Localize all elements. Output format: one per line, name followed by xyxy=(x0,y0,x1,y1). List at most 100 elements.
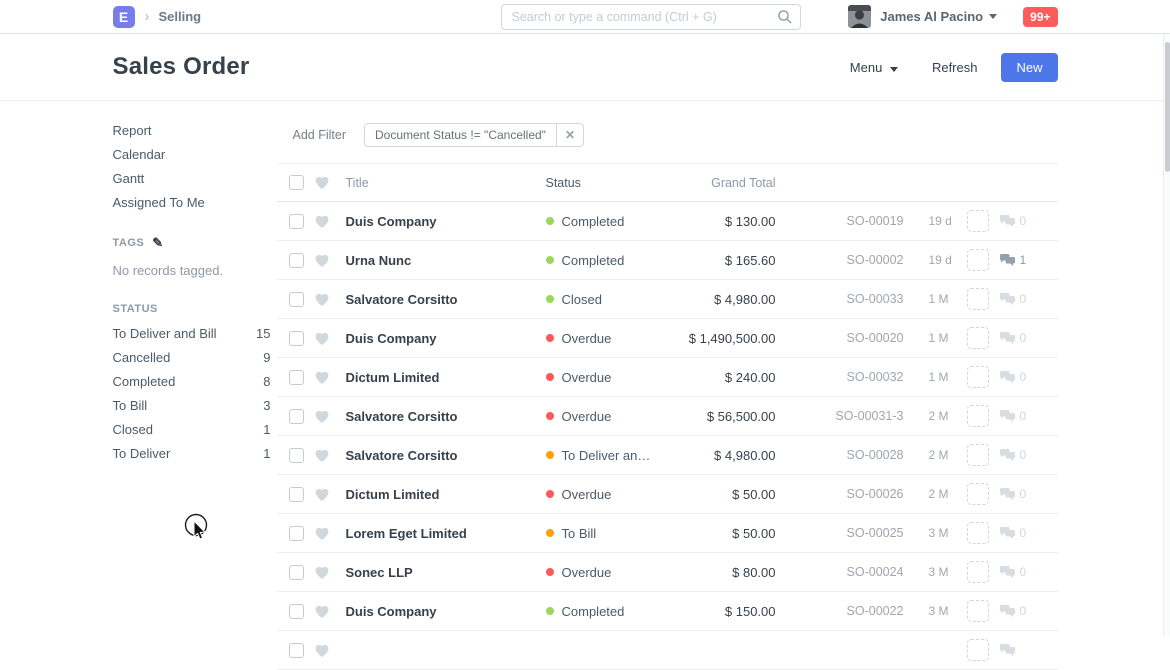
status-filter-item[interactable]: Completed8 xyxy=(113,375,271,389)
heart-icon[interactable] xyxy=(314,526,330,541)
row-checkbox[interactable] xyxy=(289,448,304,463)
breadcrumb[interactable]: Selling xyxy=(159,9,202,24)
row-document-id[interactable]: SO-00019 xyxy=(776,214,904,228)
comments-cell[interactable] xyxy=(999,643,1020,657)
row-checkbox[interactable] xyxy=(289,409,304,424)
row-checkbox[interactable] xyxy=(289,331,304,346)
row-document-id[interactable]: SO-00022 xyxy=(776,604,904,618)
status-filter-item[interactable]: To Deliver and Bill15 xyxy=(113,327,271,341)
row-document-id[interactable]: SO-00032 xyxy=(776,370,904,384)
search-icon[interactable] xyxy=(777,9,793,25)
row-title[interactable]: Duis Company xyxy=(346,604,546,619)
assign-placeholder[interactable] xyxy=(967,210,989,232)
row-document-id[interactable]: SO-00033 xyxy=(776,292,904,306)
table-row[interactable]: Duis Company Overdue $ 1,490,500.00 SO-0… xyxy=(277,319,1058,358)
row-title[interactable]: Dictum Limited xyxy=(346,487,546,502)
comments-cell[interactable]: 0 xyxy=(999,565,1027,579)
heart-icon[interactable] xyxy=(314,214,330,229)
table-row[interactable]: Lorem Eget Limited To Bill $ 50.00 SO-00… xyxy=(277,514,1058,553)
table-row[interactable]: Salvatore Corsitto Overdue $ 56,500.00 S… xyxy=(277,397,1058,436)
assign-placeholder[interactable] xyxy=(967,405,989,427)
comments-cell[interactable]: 0 xyxy=(999,409,1027,423)
user-menu[interactable]: James Al Pacino xyxy=(848,5,997,28)
heart-icon[interactable] xyxy=(314,175,330,190)
menu-button[interactable]: Menu xyxy=(840,54,908,81)
heart-icon[interactable] xyxy=(314,448,330,463)
row-document-id[interactable]: SO-00031-3 xyxy=(776,409,904,423)
table-row[interactable]: Urna Nunc Completed $ 165.60 SO-00002 19… xyxy=(277,241,1058,280)
assign-placeholder[interactable] xyxy=(967,288,989,310)
row-document-id[interactable]: SO-00025 xyxy=(776,526,904,540)
row-title[interactable]: Salvatore Corsitto xyxy=(346,292,546,307)
row-document-id[interactable]: SO-00024 xyxy=(776,565,904,579)
table-row[interactable]: Duis Company Completed $ 130.00 SO-00019… xyxy=(277,202,1058,241)
column-header-title[interactable]: Title xyxy=(346,176,546,190)
add-filter-button[interactable]: Add Filter xyxy=(293,128,347,142)
table-row[interactable]: Salvatore Corsitto To Deliver an… $ 4,98… xyxy=(277,436,1058,475)
filter-condition-button[interactable]: Document Status != "Cancelled" xyxy=(364,123,557,147)
assign-placeholder[interactable] xyxy=(967,483,989,505)
row-title[interactable]: Duis Company xyxy=(346,331,546,346)
row-document-id[interactable]: SO-00028 xyxy=(776,448,904,462)
column-header-grand-total[interactable]: Grand Total xyxy=(686,176,776,190)
assign-placeholder[interactable] xyxy=(967,522,989,544)
row-title[interactable]: Lorem Eget Limited xyxy=(346,526,546,541)
heart-icon[interactable] xyxy=(314,565,330,580)
status-filter-item[interactable]: To Deliver1 xyxy=(113,447,271,461)
comments-cell[interactable]: 0 xyxy=(999,526,1027,540)
row-title[interactable]: Urna Nunc xyxy=(346,253,546,268)
column-header-status[interactable]: Status xyxy=(546,176,686,190)
row-title[interactable]: Salvatore Corsitto xyxy=(346,448,546,463)
row-checkbox[interactable] xyxy=(289,253,304,268)
comments-cell[interactable]: 0 xyxy=(999,331,1027,345)
heart-icon[interactable] xyxy=(314,604,330,619)
row-checkbox[interactable] xyxy=(289,526,304,541)
search-input[interactable] xyxy=(501,4,801,30)
sidebar-item-assigned-to-me[interactable]: Assigned To Me xyxy=(113,196,271,210)
row-title[interactable]: Duis Company xyxy=(346,214,546,229)
comments-cell[interactable]: 0 xyxy=(999,214,1027,228)
row-checkbox[interactable] xyxy=(289,643,304,658)
row-title[interactable]: Salvatore Corsitto xyxy=(346,409,546,424)
row-document-id[interactable]: SO-00026 xyxy=(776,487,904,501)
table-row[interactable]: Salvatore Corsitto Closed $ 4,980.00 SO-… xyxy=(277,280,1058,319)
notifications-badge[interactable]: 99+ xyxy=(1023,7,1057,27)
assign-placeholder[interactable] xyxy=(967,444,989,466)
assign-placeholder[interactable] xyxy=(967,327,989,349)
row-document-id[interactable]: SO-00020 xyxy=(776,331,904,345)
sidebar-item-gantt[interactable]: Gantt xyxy=(113,172,271,186)
row-checkbox[interactable] xyxy=(289,487,304,502)
status-filter-item[interactable]: To Bill3 xyxy=(113,399,271,413)
status-filter-item[interactable]: Cancelled9 xyxy=(113,351,271,365)
row-checkbox[interactable] xyxy=(289,292,304,307)
heart-icon[interactable] xyxy=(314,487,330,502)
table-row[interactable]: Dictum Limited Overdue $ 240.00 SO-00032… xyxy=(277,358,1058,397)
assign-placeholder[interactable] xyxy=(967,600,989,622)
refresh-button[interactable]: Refresh xyxy=(922,54,988,81)
heart-icon[interactable] xyxy=(314,253,330,268)
heart-icon[interactable] xyxy=(314,643,330,658)
table-row[interactable]: Dictum Limited Overdue $ 50.00 SO-00026 … xyxy=(277,475,1058,514)
assign-placeholder[interactable] xyxy=(967,249,989,271)
row-checkbox[interactable] xyxy=(289,214,304,229)
scrollbar-thumb[interactable] xyxy=(1165,42,1170,172)
heart-icon[interactable] xyxy=(314,292,330,307)
heart-icon[interactable] xyxy=(314,331,330,346)
comments-cell[interactable]: 0 xyxy=(999,487,1027,501)
row-title[interactable]: Dictum Limited xyxy=(346,370,546,385)
comments-cell[interactable]: 0 xyxy=(999,448,1027,462)
assign-placeholder[interactable] xyxy=(967,561,989,583)
assign-placeholder[interactable] xyxy=(967,639,989,661)
select-all-checkbox[interactable] xyxy=(289,175,304,190)
comments-cell[interactable]: 0 xyxy=(999,604,1027,618)
app-logo[interactable]: E xyxy=(113,6,135,28)
row-checkbox[interactable] xyxy=(289,565,304,580)
row-checkbox[interactable] xyxy=(289,370,304,385)
comments-cell[interactable]: 0 xyxy=(999,292,1027,306)
row-title[interactable]: Sonec LLP xyxy=(346,565,546,580)
assign-placeholder[interactable] xyxy=(967,366,989,388)
comments-cell[interactable]: 1 xyxy=(999,253,1027,267)
vertical-scrollbar[interactable] xyxy=(1163,34,1170,636)
remove-filter-button[interactable]: ✕ xyxy=(557,123,584,147)
table-row[interactable]: Sonec LLP Overdue $ 80.00 SO-00024 3 M 0 xyxy=(277,553,1058,592)
